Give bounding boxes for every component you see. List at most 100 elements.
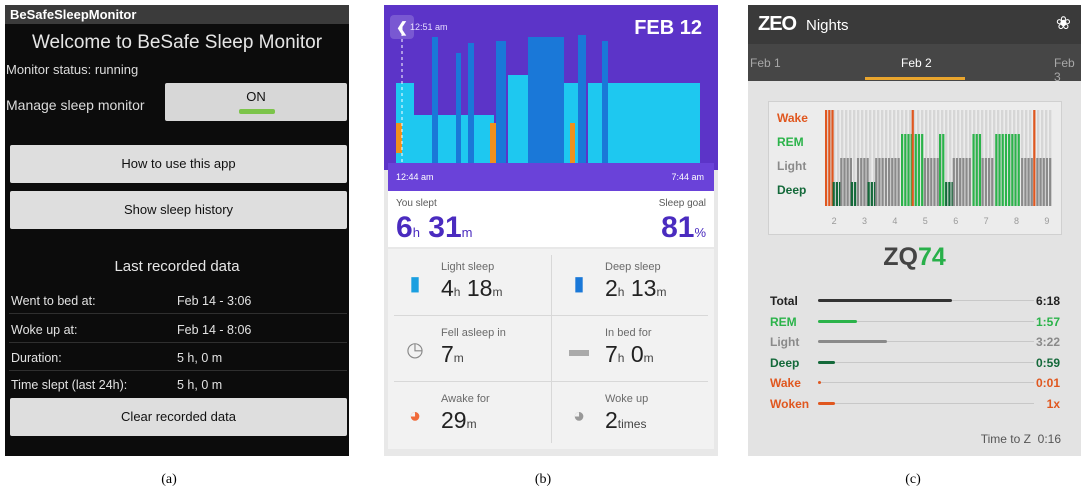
x-tick-label: 5 (923, 216, 928, 226)
stage-bar-light (863, 158, 866, 206)
welcome-heading: Welcome to BeSafe Sleep Monitor (31, 32, 323, 53)
date-tabs: Feb 1 Feb 2 Feb 3 (748, 44, 1081, 84)
hypnogram-chart: Wake REM Light Deep 2 3 4 5 6 7 8 9 (777, 110, 1052, 226)
stage-bar-rem (942, 134, 945, 206)
timeline-bar-light (414, 115, 494, 163)
stat-minutes: 7 (441, 341, 454, 367)
level-label-wake: Wake (777, 111, 808, 125)
timeline-bar-deep (496, 41, 506, 163)
level-label-light: Light (777, 159, 806, 173)
stat-woke-up: ◕ Woke up 2times (552, 383, 714, 447)
selected-tab-indicator (865, 77, 965, 80)
how-to-use-button[interactable]: How to use this app (10, 145, 347, 183)
stage-bar-light (1024, 158, 1027, 206)
row-value: 5 h, 0 m (177, 378, 223, 392)
stat-value: 0:59 (1035, 355, 1060, 370)
stat-minutes: 18 (466, 275, 493, 301)
time-to-z-value: 0:16 (1037, 432, 1061, 446)
zq-score: ZQ74 (748, 243, 1081, 272)
sleep-goal-label: Sleep goal (658, 198, 706, 209)
you-slept-value: 6h 31m (396, 211, 472, 245)
stat-track (818, 402, 1034, 404)
stage-bar-rem (901, 134, 904, 206)
stat-fill-bar (818, 401, 836, 405)
unit: m (656, 285, 667, 299)
row-value: Feb 14 - 8:06 (177, 323, 252, 337)
stage-bar-light (981, 158, 984, 206)
timeline-bar-deep (468, 43, 474, 163)
stat-label: Light (770, 335, 800, 349)
stage-bar-rem (917, 134, 921, 206)
hours-value: 6 (396, 211, 413, 244)
unit: h (617, 285, 625, 299)
x-tick-label: 2 (832, 216, 837, 226)
stat-label: Light sleep (441, 261, 495, 273)
stat-label: REM (770, 314, 797, 329)
stage-bar-wake (911, 110, 914, 206)
timeline-bar-awake (570, 123, 575, 163)
timeline-bar-deep (528, 37, 564, 163)
stat-row-rem: REM 1:57 (770, 312, 1060, 332)
stage-bar-light (897, 158, 900, 206)
stat-in-bed: ▬ In bed for 7h 0m (552, 317, 714, 381)
stat-label: Fell asleep in (441, 327, 506, 339)
unit: m (643, 351, 654, 365)
app-header (748, 5, 1081, 44)
stage-bar-light (860, 158, 863, 206)
stage-bar-deep (948, 182, 951, 206)
jawbone-sleep-screen: ❮ 12:51 am FEB 12 12:44 am 7:44 am You s… (384, 5, 718, 456)
stage-bar-deep (832, 182, 835, 206)
stage-bar-light (1030, 158, 1033, 206)
timeline-bar-light (508, 75, 528, 163)
unit: m (492, 285, 503, 299)
start-time-top: 12:51 am (410, 22, 448, 32)
zq-label: ZQ (883, 243, 918, 271)
stage-bar-rem (1001, 134, 1004, 206)
stage-bar-rem (904, 134, 907, 206)
stage-bar-rem (975, 134, 978, 206)
tab-feb-2[interactable]: Feb 2 (901, 56, 932, 70)
woke-up-icon: ◕ (572, 405, 586, 427)
minutes-value: 31 (428, 211, 462, 244)
monitor-status-text: Monitor status: running (6, 62, 139, 77)
you-slept-label: You slept (396, 198, 437, 209)
zeo-nights-screen: ZEO Nights ❀ Feb 1 Feb 2 Feb 3 Wake REM Li… (748, 5, 1081, 456)
stage-bar-deep (854, 182, 857, 206)
screen-title: Nights (806, 17, 849, 34)
show-history-button[interactable]: Show sleep history (10, 191, 347, 229)
unit: m (453, 351, 464, 365)
stat-label: Total (770, 294, 798, 308)
menu-icon[interactable]: ❀ (1056, 13, 1071, 34)
stage-bar-wake (828, 110, 831, 206)
stage-bar-rem (907, 134, 910, 206)
row-label: Time slept (last 24h): (11, 378, 128, 392)
stat-fill-bar (818, 360, 836, 364)
clear-data-button[interactable]: Clear recorded data (10, 398, 347, 436)
stat-row-deep: Deep 0:59 (770, 353, 1060, 373)
stat-value: 6:18 (1035, 294, 1060, 308)
stat-row-total: Total 6:18 (770, 291, 1060, 311)
timeline-bar-awake (490, 123, 496, 163)
stage-bar-light (878, 158, 881, 206)
stage-bar-light (875, 158, 878, 206)
stage-bar-light (1027, 158, 1030, 206)
monitor-toggle-button[interactable]: ON (165, 83, 347, 121)
caption-c: (c) (905, 472, 921, 487)
stat-row-wake: Wake 0:01 (770, 373, 1060, 393)
stat-deep-sleep: ▮ Deep sleep 2h 13m (552, 251, 714, 315)
row-divider (9, 313, 347, 314)
sleep-goal-value: 81% (661, 211, 706, 245)
toggle-label: ON (246, 89, 266, 104)
tab-feb-3[interactable]: Feb 3 (1054, 56, 1081, 84)
row-value: 5 h, 0 m (177, 351, 223, 365)
stage-bar-light (927, 158, 930, 206)
stage-bar-deep (867, 182, 870, 206)
x-tick-label: 4 (892, 216, 897, 226)
last-recorded-heading: Last recorded data (114, 258, 240, 275)
sleep-stats-grid: ▮ Light sleep 4h 18m ▮ Deep sleep 2h 13m… (388, 249, 714, 449)
stat-track (818, 382, 1034, 383)
stage-bar-rem (995, 134, 998, 206)
toggle-indicator (239, 109, 275, 114)
tab-feb-1[interactable]: Feb 1 (750, 56, 781, 70)
stat-value: 1:57 (1035, 314, 1060, 329)
